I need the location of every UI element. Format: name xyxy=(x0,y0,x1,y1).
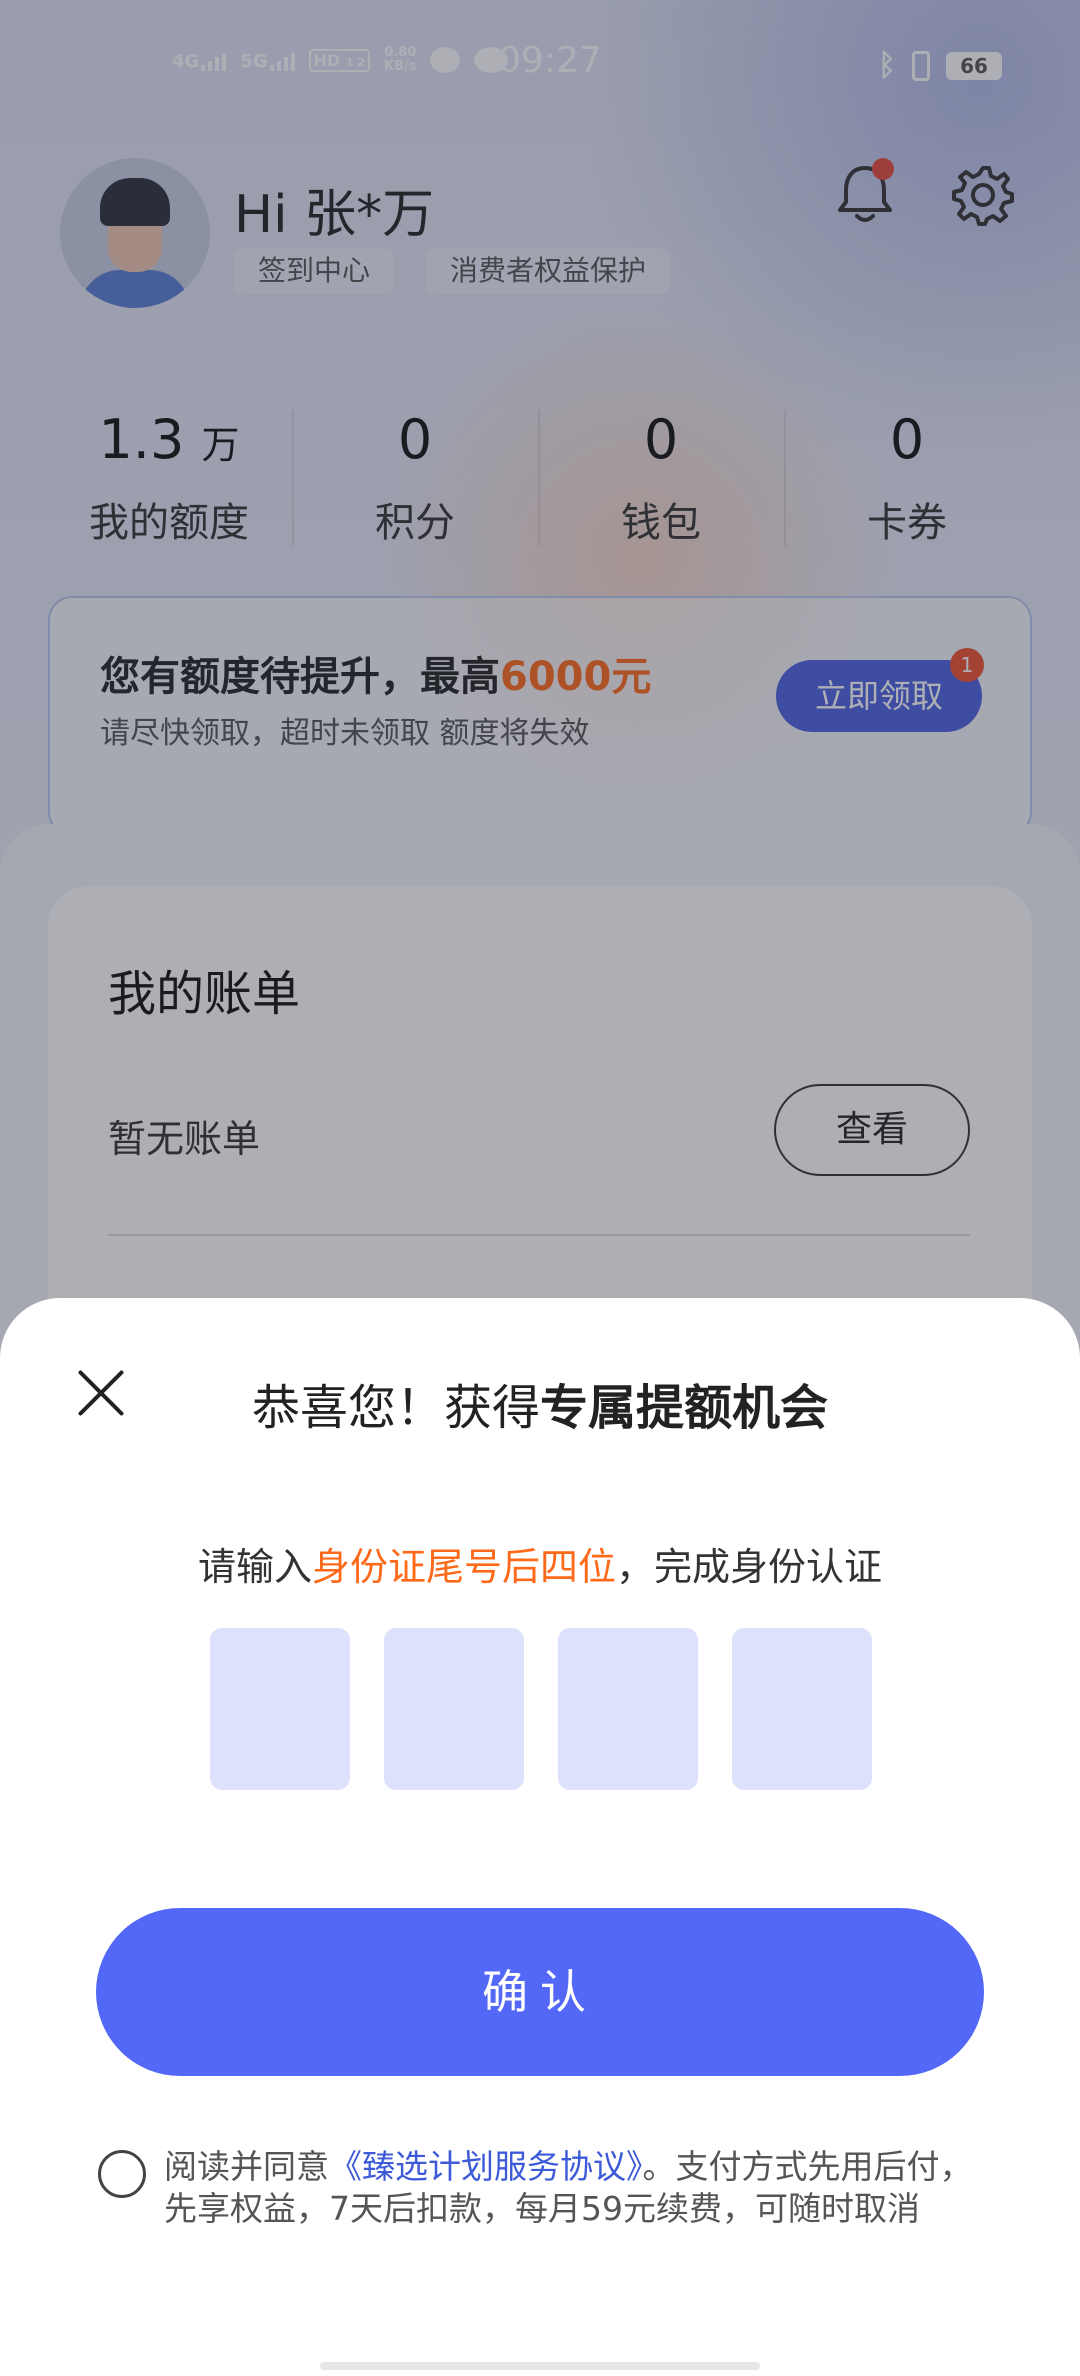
confirm-button[interactable]: 确认 xyxy=(96,1908,984,2076)
id-digit-input-2[interactable] xyxy=(384,1628,524,1790)
id-digit-input-1[interactable] xyxy=(210,1628,350,1790)
prompt-post: ，完成身份认证 xyxy=(616,1545,883,1589)
agreement-checkbox[interactable] xyxy=(98,2150,146,2198)
verification-sheet: 恭喜您！获得专属提额机会 请输入身份证尾号后四位，完成身份认证 确认 阅读并同意… xyxy=(0,1298,1080,2376)
prompt-pre: 请输入 xyxy=(197,1545,312,1589)
sheet-title: 恭喜您！获得专属提额机会 xyxy=(0,1368,1080,1438)
agree-pre: 阅读并同意 xyxy=(164,2147,329,2186)
home-indicator[interactable] xyxy=(320,2362,760,2370)
sheet-title-bold: 专属提额机会 xyxy=(540,1380,829,1436)
id-digit-input-3[interactable] xyxy=(558,1628,698,1790)
id-prompt: 请输入身份证尾号后四位，完成身份认证 xyxy=(0,1536,1080,1591)
prompt-highlight: 身份证尾号后四位 xyxy=(311,1545,616,1589)
agreement-text: 阅读并同意《臻选计划服务协议》。支付方式先用后付，先享权益，7天后扣款，每月59… xyxy=(164,2146,994,2230)
service-agreement-link[interactable]: 《臻选计划服务协议》 xyxy=(329,2147,643,2186)
sheet-title-regular: 恭喜您！获得 xyxy=(251,1380,540,1436)
id-digit-input-4[interactable] xyxy=(732,1628,872,1790)
